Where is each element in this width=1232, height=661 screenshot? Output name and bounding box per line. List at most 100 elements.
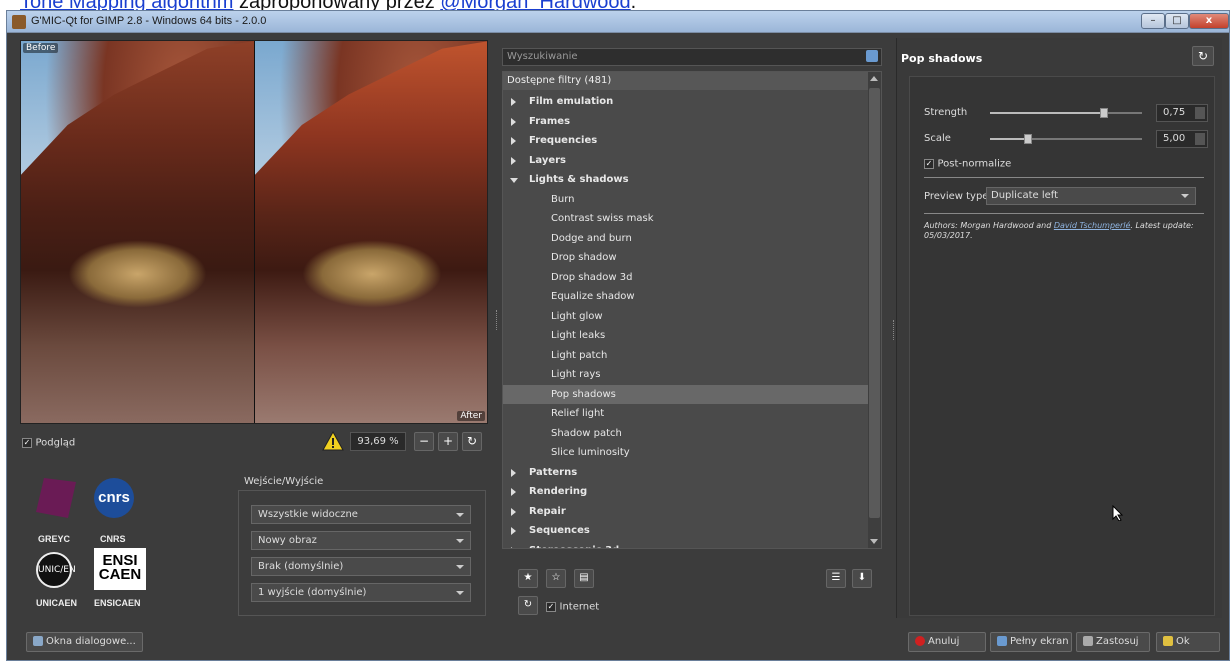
filter-tree-scrollbar[interactable] [868, 72, 881, 548]
chevron-down-icon[interactable] [510, 178, 518, 183]
chevron-right-icon[interactable] [511, 527, 516, 535]
chevron-right-icon[interactable] [511, 546, 516, 548]
ensicaen-caption: ENSICAEN [94, 598, 141, 608]
chevron-down-icon [1181, 194, 1189, 198]
strength-slider-thumb[interactable] [1100, 108, 1108, 118]
preview-type-combo[interactable]: Duplicate left [986, 187, 1196, 205]
search-input[interactable]: Wyszukiwanie [502, 48, 882, 66]
filter-folder[interactable]: Layers [503, 151, 869, 170]
zoom-level[interactable]: 93,69 % [350, 432, 406, 451]
filter-label: Layers [529, 154, 566, 166]
scroll-thumb[interactable] [869, 88, 880, 518]
chevron-right-icon[interactable] [511, 117, 516, 126]
filter-folder[interactable]: Frames [503, 112, 869, 131]
filter-label: Slice luminosity [551, 447, 630, 458]
filter-folder[interactable]: Stereoscopic 3d [503, 541, 869, 548]
left-splitter[interactable] [496, 310, 498, 330]
scroll-up-icon[interactable] [870, 76, 878, 81]
rename-favorite-button[interactable]: ▤ [574, 569, 594, 588]
filter-item[interactable]: Pop shadows [503, 384, 869, 404]
filter-item[interactable]: Contrast swiss mask [503, 209, 869, 228]
minimize-button[interactable]: – [1141, 13, 1165, 29]
filter-folder[interactable]: Repair [503, 502, 869, 521]
preview-divider[interactable] [254, 41, 255, 423]
fullscreen-button[interactable]: Pełny ekran [990, 632, 1072, 652]
warning-icon [322, 431, 344, 451]
output-mode-combo[interactable]: Nowy obraz [251, 531, 471, 550]
strength-spinbox[interactable]: 0,75 [1156, 104, 1208, 122]
filter-item[interactable]: Slice luminosity [503, 443, 869, 462]
authors-info: Authors: Morgan Hardwood and David Tschu… [924, 221, 1194, 240]
filter-item[interactable]: Light patch [503, 346, 869, 365]
add-favorite-button[interactable]: ★ [518, 569, 538, 588]
expand-collapse-button[interactable]: ☰ [826, 569, 846, 588]
scale-slider-thumb[interactable] [1024, 134, 1032, 144]
filter-folder[interactable]: Rendering [503, 482, 869, 501]
output-messages-combo[interactable]: Brak (domyślnie) [251, 557, 471, 576]
filter-folder[interactable]: Patterns [503, 463, 869, 482]
filter-item[interactable]: Light leaks [503, 326, 869, 345]
spin-arrows-icon[interactable] [1195, 133, 1205, 145]
apply-button[interactable]: Zastosuj [1076, 632, 1150, 652]
scale-slider-fill [990, 138, 1028, 140]
zoom-in-button[interactable]: + [438, 432, 458, 451]
chevron-right-icon[interactable] [511, 468, 516, 477]
filter-item[interactable]: Dodge and burn [503, 229, 869, 248]
spin-arrows-icon[interactable] [1195, 107, 1205, 119]
io-group: Wszystkie widoczne Nowy obraz Brak (domy… [238, 490, 486, 616]
scale-slider[interactable] [990, 134, 1142, 144]
filter-item[interactable]: Burn [503, 190, 869, 209]
preview-mode-combo[interactable]: 1 wyjście (domyślnie) [251, 583, 471, 602]
right-splitter[interactable] [893, 320, 895, 340]
filter-item[interactable]: Light rays [503, 365, 869, 384]
input-layers-combo[interactable]: Wszystkie widoczne [251, 505, 471, 524]
internet-toggle[interactable]: ✓ Internet [546, 600, 599, 613]
maximize-button[interactable]: □ [1165, 13, 1189, 29]
filter-folder[interactable]: Film emulation [503, 92, 869, 111]
filter-item[interactable]: Light glow [503, 307, 869, 326]
scale-spinbox[interactable]: 5,00 [1156, 130, 1208, 148]
remove-favorite-button[interactable]: ☆ [546, 569, 566, 588]
reset-parameters-button[interactable]: ↻ [1192, 46, 1214, 66]
after-label: After [457, 411, 485, 421]
refresh-preview-button[interactable]: ↻ [462, 432, 482, 451]
filter-item[interactable]: Shadow patch [503, 424, 869, 443]
ok-button[interactable]: Ok [1156, 632, 1220, 652]
filter-item[interactable]: Drop shadow 3d [503, 268, 869, 287]
search-icon[interactable] [866, 50, 878, 62]
preview-after [255, 41, 487, 423]
preview-image[interactable]: Before After [20, 40, 488, 424]
post-normalize-toggle[interactable]: ✓ Post-normalize [924, 157, 1011, 170]
scroll-down-icon[interactable] [870, 539, 878, 544]
chevron-right-icon[interactable] [511, 156, 516, 165]
title-bar[interactable]: G'MIC-Qt for GIMP 2.8 - Windows 64 bits … [7, 11, 1229, 33]
author-link[interactable]: David Tschumperlé [1054, 221, 1131, 230]
cancel-button[interactable]: Anuluj [908, 632, 986, 652]
filter-tree-header[interactable]: Dostępne filtry (481) [503, 72, 869, 90]
close-button[interactable]: x [1189, 13, 1229, 29]
zoom-out-button[interactable]: − [414, 432, 434, 451]
filter-label: Film emulation [529, 96, 614, 107]
preview-checkbox[interactable]: ✓ [22, 438, 32, 448]
internet-checkbox[interactable]: ✓ [546, 602, 556, 612]
refresh-filters-button[interactable]: ↻ [518, 596, 538, 615]
filter-label: Drop shadow 3d [551, 271, 633, 283]
gear-icon [1083, 636, 1093, 646]
dialogs-button[interactable]: Okna dialogowe... [26, 632, 143, 652]
update-filters-button[interactable]: ⬇ [852, 569, 872, 588]
chevron-right-icon[interactable] [511, 98, 516, 106]
post-normalize-checkbox[interactable]: ✓ [924, 159, 934, 169]
filter-folder[interactable]: Lights & shadows [503, 170, 869, 189]
filter-folder[interactable]: Sequences [503, 521, 869, 540]
filter-item[interactable]: Relief light [503, 404, 869, 423]
filter-item[interactable]: Equalize shadow [503, 287, 869, 306]
chevron-right-icon[interactable] [511, 137, 516, 145]
filter-item[interactable]: Drop shadow [503, 248, 869, 267]
filter-name: Pop shadows [901, 52, 983, 65]
chevron-right-icon[interactable] [511, 488, 516, 496]
filter-folder[interactable]: Frequencies [503, 131, 869, 150]
cnrs-logo: cnrs [94, 478, 134, 518]
preview-toggle[interactable]: ✓ Podgląd [22, 436, 75, 449]
strength-slider[interactable] [990, 108, 1142, 118]
chevron-right-icon[interactable] [511, 507, 516, 516]
